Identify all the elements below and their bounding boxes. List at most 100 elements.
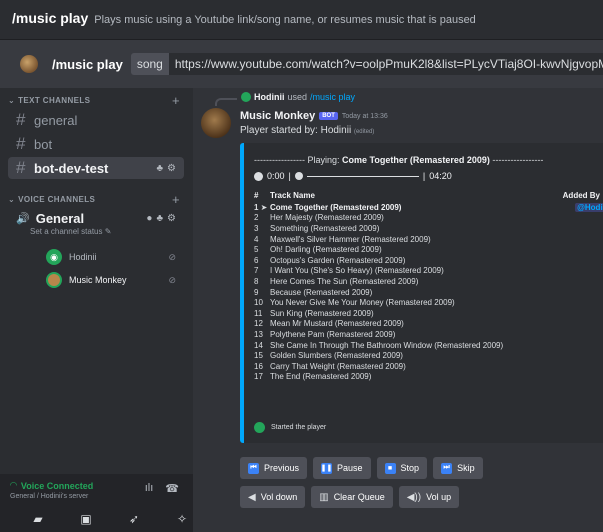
button-label: Previous [264, 463, 300, 473]
channel-general[interactable]: # general [8, 109, 184, 131]
message-author[interactable]: Music Monkey [240, 110, 315, 122]
track-name: Oh! Darling (Remastered 2009) [270, 245, 382, 255]
gear-icon[interactable]: ⚙ [167, 163, 176, 174]
voice-connected-label[interactable]: Voice Connected [21, 481, 93, 491]
message-text: Player started by: Hodinii [240, 125, 352, 136]
separator: | [288, 171, 291, 181]
track-row: 4 Maxwell's Silver Hammer (Remastered 200… [254, 234, 603, 245]
song-option[interactable]: song https://www.youtube.com/watch?v=ool… [130, 53, 603, 75]
time-current: 0:00 [267, 171, 285, 181]
activity-rocket-icon[interactable]: ➶ [126, 512, 142, 526]
track-name: I Want You (She's So Heavy) (Remastered … [270, 266, 444, 276]
speaker-icon: 🔊 [16, 212, 30, 225]
volume-down-button[interactable]: ◀ Vol down [240, 486, 306, 508]
hash-icon: # [16, 134, 26, 153]
track-name: The End (Remastered 2009) [270, 372, 372, 382]
chat-icon[interactable]: ● [146, 213, 152, 224]
soundboard-icon[interactable]: ✧ [174, 512, 190, 526]
track-name: Something (Remastered 2009) [270, 223, 380, 233]
command-name: /music play [12, 10, 89, 26]
stop-button[interactable]: ■ Stop [376, 457, 428, 479]
track-name: Because (Remastered 2009) [270, 287, 373, 297]
track-number: 15 [254, 351, 263, 361]
separator: | [422, 171, 426, 181]
skip-button[interactable]: ⏭ Skip [433, 457, 483, 479]
volume-down-icon: ◀ [248, 491, 256, 503]
track-row: 13 Polythene Pam (Remastered 2009) [254, 329, 603, 340]
volume-up-button[interactable]: ◀)) Vol up [398, 486, 460, 508]
track-row: 8 Here Comes The Sun (Remastered 2009) [254, 276, 603, 287]
clear-queue-button[interactable]: ▥ Clear Queue [311, 486, 393, 508]
avatar: ◉ [46, 249, 62, 265]
track-table-header: # Track Name Added By [254, 191, 603, 200]
button-label: Skip [457, 463, 475, 473]
text-channels-category[interactable]: ⌄ TEXT CHANNELS + [8, 93, 180, 108]
invite-icon[interactable]: ♣ [156, 213, 163, 224]
track-row: 9 Because (Remastered 2009) [254, 287, 603, 298]
stop-icon: ■ [384, 462, 396, 474]
track-name: Golden Slumbers (Remastered 2009) [270, 351, 403, 361]
noise-suppression-icon[interactable]: ılı [145, 482, 154, 495]
screen-share-icon[interactable]: ▣ [78, 512, 94, 526]
message-timestamp: Today at 13:36 [341, 112, 388, 120]
voice-channels-category[interactable]: ⌄ VOICE CHANNELS + [8, 192, 180, 207]
added-by-mention[interactable]: @Hodinii [575, 202, 603, 212]
command-suggestion[interactable]: /music play Plays music using a Youtube … [12, 10, 476, 28]
chevron-down-icon: ⌄ [8, 95, 16, 105]
time-total: 04:20 [429, 171, 452, 181]
track-name: You Never Give Me Your Money (Remastered… [270, 298, 455, 308]
track-row: 6 Octopus's Garden (Remastered 2009) [254, 255, 603, 266]
previous-icon: ⏮ [248, 462, 259, 474]
channel-bot[interactable]: # bot [8, 133, 184, 155]
track-number: 13 [254, 329, 263, 339]
previous-button[interactable]: ⏮ Previous [240, 457, 308, 479]
progress-knob [294, 172, 303, 180]
track-row: 3 Something (Remastered 2009) [254, 223, 603, 234]
gear-icon[interactable]: ⚙ [167, 213, 176, 224]
button-label: Vol up [426, 492, 452, 502]
track-row: 7 I Want You (She's So Heavy) (Remastered… [254, 266, 603, 277]
voice-user-music-monkey[interactable]: Music Monkey ⊘ [46, 269, 176, 291]
voice-channel-general[interactable]: 🔊 General ● ♣ ⚙ Set a channel status ✎ [8, 209, 184, 239]
progress-bar: 0:00 | | 04:20 [254, 171, 452, 181]
track-name: Maxwell's Silver Hammer (Remastered 2009… [270, 234, 431, 244]
track-row: 5 Oh! Darling (Remastered 2009) [254, 244, 603, 255]
track-number: 10 [254, 298, 263, 308]
now-playing-prefix: ----------------- Playing: [254, 155, 342, 165]
reply-user[interactable]: Hodinii [254, 92, 285, 102]
invite-icon[interactable]: ♣ [156, 163, 163, 174]
category-label: TEXT CHANNELS [18, 95, 91, 105]
track-row: 2 Her Majesty (Remastered 2009) [254, 213, 603, 224]
footer-avatar [254, 422, 265, 433]
track-row: 14 She Came In Through The Bathroom Windo… [254, 340, 603, 351]
chevron-down-icon: ⌄ [8, 194, 16, 204]
video-off-icon[interactable]: ▰ [30, 512, 46, 526]
reply-command[interactable]: /music play [310, 92, 355, 102]
button-label: Stop [400, 463, 420, 473]
track-name: Her Majesty (Remastered 2009) [270, 213, 384, 223]
add-channel-icon[interactable]: + [172, 192, 180, 207]
option-value-input[interactable]: https://www.youtube.com/watch?v=oolpPmuK… [168, 53, 603, 75]
message-input[interactable]: /music play song https://www.youtube.com… [0, 40, 603, 88]
disconnect-icon[interactable]: ☎ [165, 482, 179, 495]
channel-status[interactable]: Set a channel status [30, 227, 103, 236]
avatar[interactable] [201, 108, 231, 138]
channel-label: general [34, 112, 78, 128]
add-channel-icon[interactable]: + [172, 93, 180, 108]
reply-preview[interactable]: Hodinii used /music play [241, 92, 355, 102]
pause-button[interactable]: ❚❚ Pause [313, 457, 371, 479]
message-content: Player started by: Hodinii (edited) [240, 125, 374, 136]
player-embed: ----------------- Playing: Come Together… [240, 143, 603, 443]
col-added: Added By [562, 191, 600, 200]
voice-user-hodinii[interactable]: ◉ Hodinii ⊘ [46, 246, 176, 268]
volume-up-icon: ◀)) [406, 491, 422, 503]
track-number: 8 [254, 276, 259, 286]
pencil-icon: ✎ [104, 227, 112, 236]
channel-bot-dev-test[interactable]: # bot-dev-test ♣ ⚙ [8, 157, 184, 179]
channel-sidebar: ⌄ TEXT CHANNELS + # general # bot # bot-… [0, 88, 193, 532]
skip-icon: ⏭ [441, 462, 453, 474]
track-number: 11 [254, 308, 263, 318]
track-number: 6 [254, 255, 259, 265]
deafened-icon: ⊘ [168, 274, 176, 285]
col-num: # [254, 191, 259, 200]
